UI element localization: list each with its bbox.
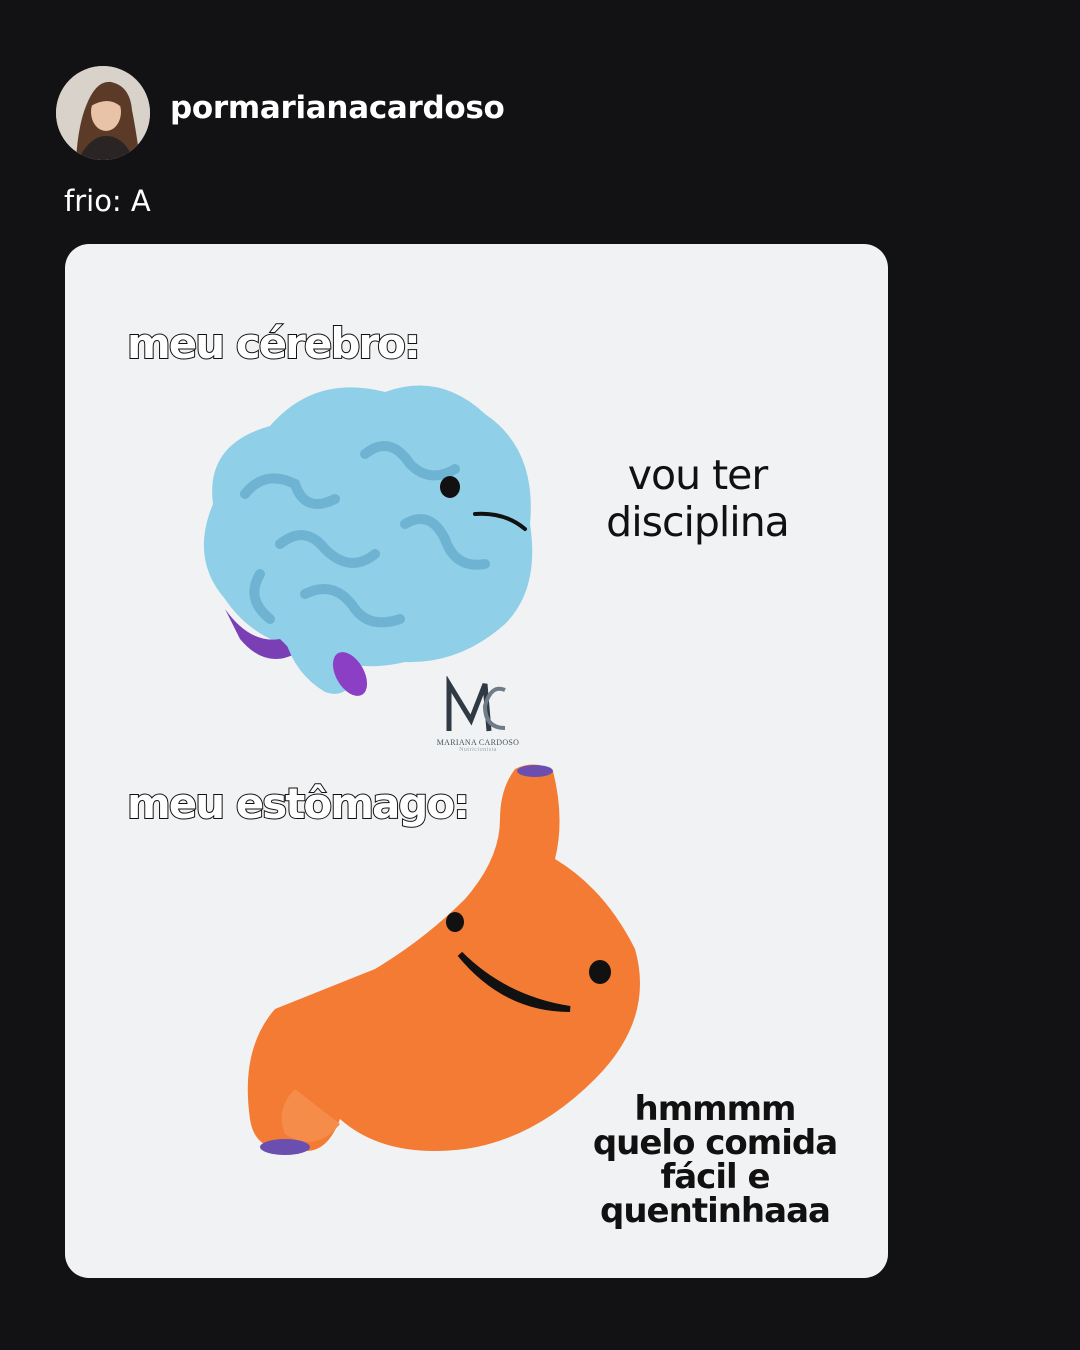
brain-label: meu cérebro: [126, 318, 422, 369]
mc-monogram-icon [446, 675, 506, 732]
username[interactable]: pormarianacardoso [170, 90, 505, 126]
stomach-reply-line-4: quentinhaaa [600, 1191, 831, 1231]
stomach-reply-line-3: fácil e [660, 1157, 770, 1197]
watermark-name: MARIANA CARDOSO [436, 738, 520, 747]
brain-reply: vou ter disciplina [585, 452, 810, 546]
stomach-reply-line-1: hmmmm [634, 1089, 797, 1129]
profile-avatar[interactable] [56, 66, 150, 160]
brain-reply-line-2: disciplina [606, 498, 790, 546]
stomach-reply-line-2: quelo comida [592, 1123, 838, 1163]
avatar-photo [56, 66, 150, 160]
meme-card: meu cérebro: vou ter disciplina MARIANA … [65, 244, 888, 1278]
watermark-subtitle: Nutricionista [459, 747, 497, 753]
brain-reply-line-1: vou ter [627, 451, 769, 499]
watermark-logo: MARIANA CARDOSO Nutricionista [433, 675, 523, 761]
stomach-reply: hmmmm quelo comida fácil e quentinhaaa [585, 1092, 845, 1228]
brain-plush-image [203, 385, 533, 696]
post-caption: frio: A [64, 184, 151, 218]
